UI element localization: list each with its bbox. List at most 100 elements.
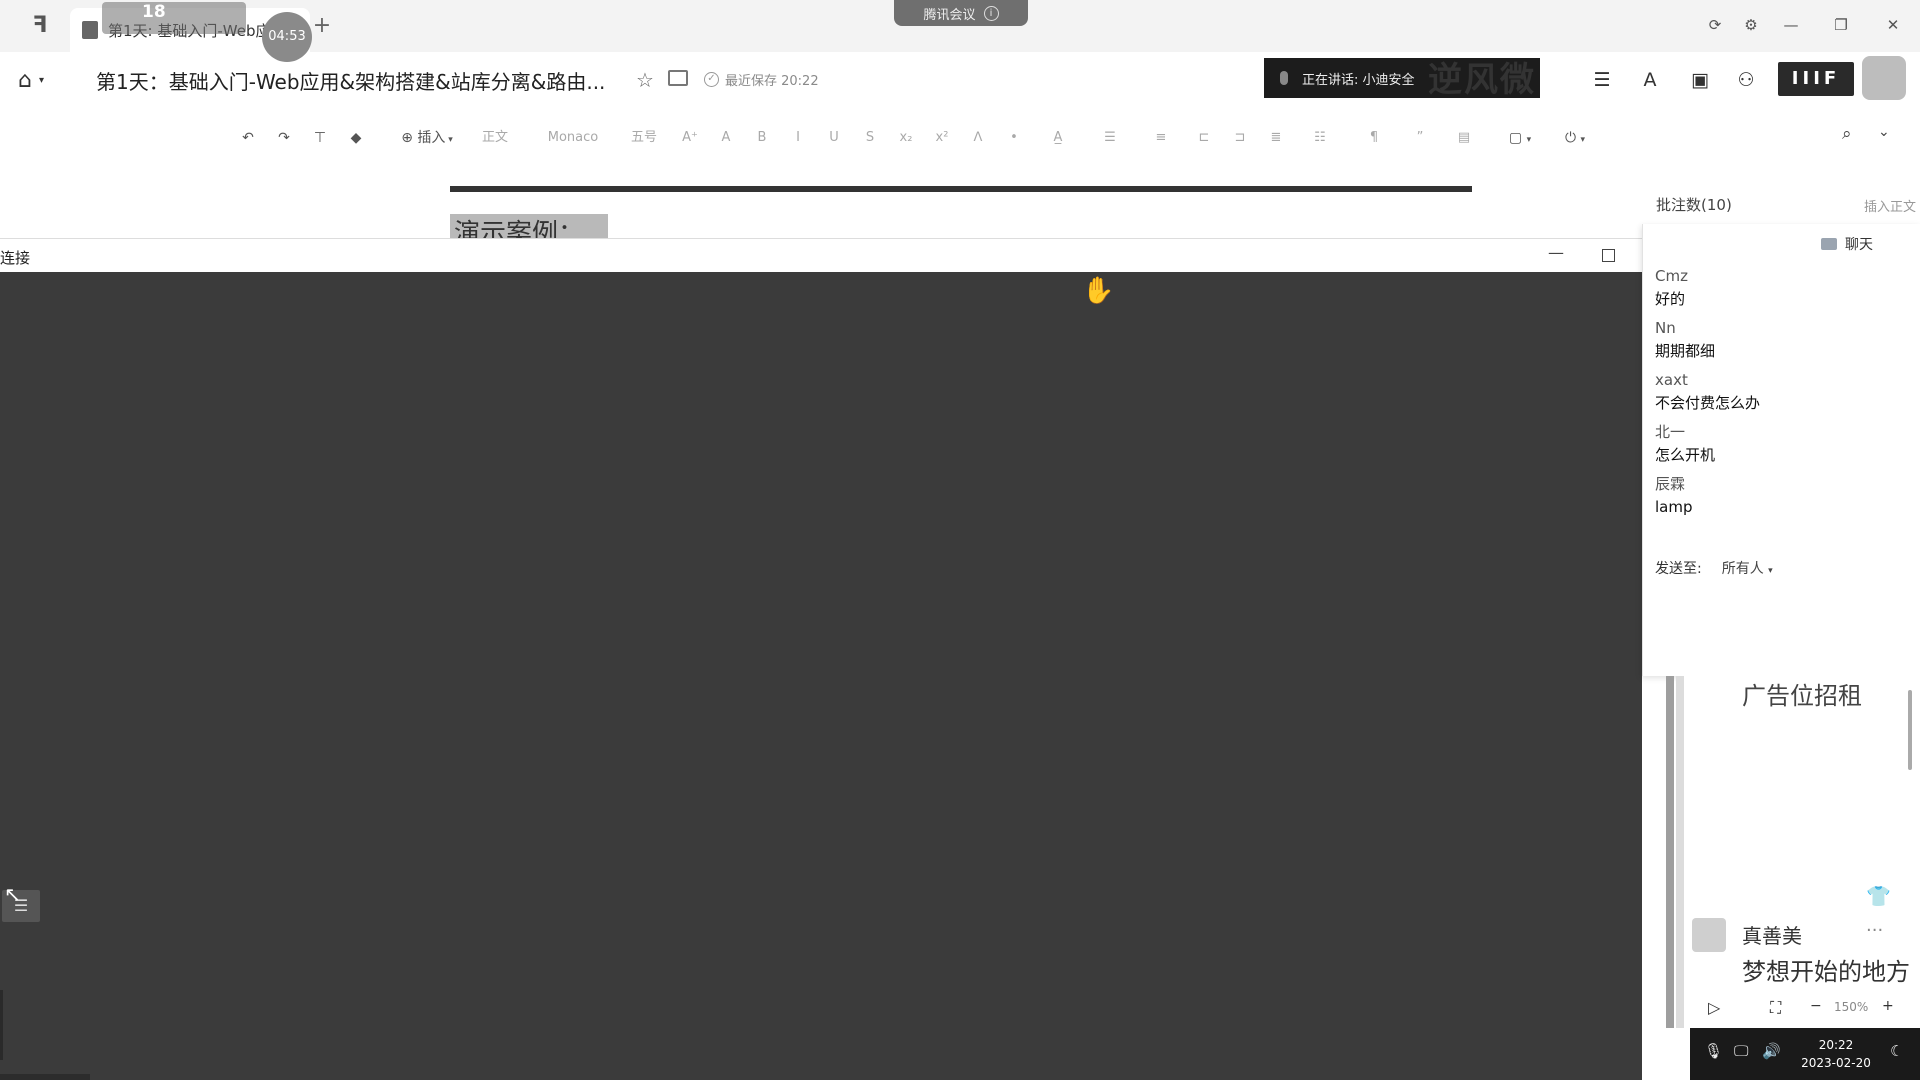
superscript-icon[interactable]: x² (924, 124, 960, 152)
align-icon[interactable]: ≡ (1136, 124, 1186, 152)
chat-message: 期期都细 (1655, 342, 1716, 360)
tray-date: 2023-02-20 (1801, 1056, 1871, 1070)
dot-icon[interactable]: • (996, 124, 1032, 152)
indent-icon[interactable]: ⊏ (1186, 124, 1222, 152)
more-icon[interactable]: ··· (1866, 920, 1883, 941)
quote-icon[interactable]: ” (1402, 124, 1438, 152)
format-painter-icon[interactable]: ⊤ (302, 124, 338, 152)
table-icon[interactable]: ▢ ▾ (1490, 124, 1550, 152)
document-icon (82, 21, 98, 39)
remote-connection-window[interactable]: 连接 — ✋ ☰ ↖ (0, 238, 1642, 1080)
editor-toolbar: ↶ ↷ ⊤ ◆ ⊕ 插入 ▾ 正文 Monaco 五号 A⁺ A B I U S… (230, 124, 1600, 152)
text-align-icon[interactable]: ☷ (1294, 124, 1346, 152)
scrollbar[interactable] (1908, 690, 1912, 770)
chevron-down-icon[interactable]: ⌄ (1878, 124, 1890, 140)
app-logo-icon[interactable]: ꟻ (26, 12, 54, 40)
chat-sender: xaxt (1655, 371, 1688, 389)
microphone-icon[interactable]: 🎙 (1704, 1042, 1723, 1060)
send-to-label: 发送至: (1655, 561, 1702, 577)
add-user-icon[interactable]: ⚇ (1732, 66, 1760, 94)
ad-banner-text: 广告位招租 (1742, 682, 1862, 710)
star-icon[interactable]: ☆ (636, 68, 654, 92)
info-icon[interactable]: i (983, 5, 999, 21)
hand-cursor-icon: ✋ (1082, 276, 1115, 306)
menu-lines-icon[interactable]: ☰ (1588, 66, 1616, 94)
outdent-icon[interactable]: ⊐ (1222, 124, 1258, 152)
zoom-in-button[interactable]: + (1882, 998, 1894, 1014)
watermark-text: 逆风微 (1428, 60, 1536, 100)
save-status: ✓ 最近保存 20:22 (704, 70, 819, 89)
redo-icon[interactable]: ↷ (266, 124, 302, 152)
font-color-icon[interactable]: A̲ (1032, 124, 1084, 152)
folder-icon[interactable] (668, 70, 688, 86)
restore-button[interactable]: ❐ (1828, 12, 1854, 38)
host-name: 真善美 (1742, 924, 1802, 948)
refresh-icon[interactable]: ⟳ (1702, 12, 1728, 38)
chat-sender: 辰霖 (1655, 475, 1686, 493)
translate-icon[interactable]: A (1636, 66, 1664, 94)
add-annotation-link[interactable]: 插入正文 (1864, 196, 1916, 215)
highlight-icon[interactable]: ꓥ (960, 124, 996, 152)
new-tab-button[interactable]: + (312, 12, 332, 40)
strikethrough-icon[interactable]: S (852, 124, 888, 152)
comment-icon[interactable]: ▤ (1438, 124, 1490, 152)
meeting-banner[interactable]: 腾讯会议 i (894, 0, 1028, 26)
home-icon[interactable]: ⌂ ▾ (18, 66, 58, 96)
send-to-select[interactable]: 所有人 ▾ (1722, 558, 1773, 578)
annotation-count[interactable]: 批注数(10) (1656, 194, 1732, 215)
player-controls: ▷ ⛶ − 150% + (1676, 996, 1920, 1024)
scrollbar[interactable] (1666, 676, 1674, 1028)
document-heading[interactable]: 演示案例： (450, 214, 608, 240)
settings-icon[interactable]: ⚙ (1738, 12, 1764, 38)
tab-overlay (102, 2, 246, 34)
connection-titlebar[interactable]: 连接 — (0, 238, 1642, 272)
search-icon[interactable]: ⌕ (1842, 124, 1852, 144)
avatar[interactable] (1862, 56, 1906, 100)
paragraph-icon[interactable]: ¶ (1346, 124, 1402, 152)
close-button[interactable]: ✕ (1880, 12, 1906, 38)
document-divider (450, 186, 1472, 192)
save-status-text: 最近保存 20:22 (725, 74, 819, 89)
host-slogan: 梦想开始的地方 (1742, 958, 1910, 986)
font-size-select[interactable]: 五号 (616, 124, 672, 152)
insert-button[interactable]: ⊕ 插入 ▾ (394, 124, 460, 152)
minimize-button[interactable]: — (1778, 12, 1804, 38)
chevron-down-icon: ▾ (1768, 566, 1773, 576)
chat-header[interactable]: 聊天 (1821, 234, 1873, 254)
line-height-icon[interactable]: ≣ (1258, 124, 1294, 152)
font-family-select[interactable]: Monaco (530, 124, 616, 152)
chat-icon (1821, 238, 1837, 250)
bullet-list-icon[interactable]: ☰ (1084, 124, 1136, 152)
underline-icon[interactable]: U (816, 124, 852, 152)
minimize-button[interactable]: — (1548, 243, 1564, 262)
present-icon[interactable]: ▣ (1686, 66, 1714, 94)
notification-icon[interactable]: ☾ (1890, 1042, 1903, 1060)
tray-clock[interactable]: 20:22 2023-02-20 (1798, 1036, 1874, 1072)
speaker-icon[interactable]: 🔊 (1762, 1042, 1781, 1060)
zoom-out-button[interactable]: − (1810, 998, 1822, 1014)
subscript-icon[interactable]: x₂ (888, 124, 924, 152)
network-icon[interactable]: 🖵 (1734, 1042, 1748, 1060)
document-title[interactable]: 第1天：基础入门-Web应用&架构搭建&站库分离&路由... (96, 66, 605, 95)
send-to-row: 发送至: 所有人 ▾ (1655, 558, 1773, 578)
eraser-icon[interactable]: ◆ (338, 124, 374, 152)
decrease-font-icon[interactable]: A (708, 124, 744, 152)
chat-message: lamp (1655, 498, 1693, 516)
shirt-icon[interactable]: 👕 (1866, 884, 1891, 908)
increase-font-icon[interactable]: A⁺ (672, 124, 708, 152)
bold-icon[interactable]: B (744, 124, 780, 152)
paragraph-style-select[interactable]: 正文 (460, 124, 530, 152)
italic-icon[interactable]: I (780, 124, 816, 152)
arrow-cursor-icon: ↖ (4, 882, 21, 906)
undo-icon[interactable]: ↶ (230, 124, 266, 152)
check-circle-icon: ✓ (704, 72, 719, 87)
avatar[interactable] (1692, 918, 1726, 952)
fullscreen-icon[interactable]: ⛶ (1770, 998, 1781, 1018)
plugin-icon[interactable]: ⏻ ▾ (1550, 124, 1600, 152)
maximize-button[interactable] (1602, 249, 1615, 262)
play-icon[interactable]: ▷ (1708, 998, 1720, 1017)
meeting-label: 腾讯会议 (923, 7, 976, 23)
scrollbar[interactable] (0, 990, 3, 1060)
tab-overlay-number: 18 (142, 2, 166, 22)
connection-title: 连接 (0, 249, 31, 267)
